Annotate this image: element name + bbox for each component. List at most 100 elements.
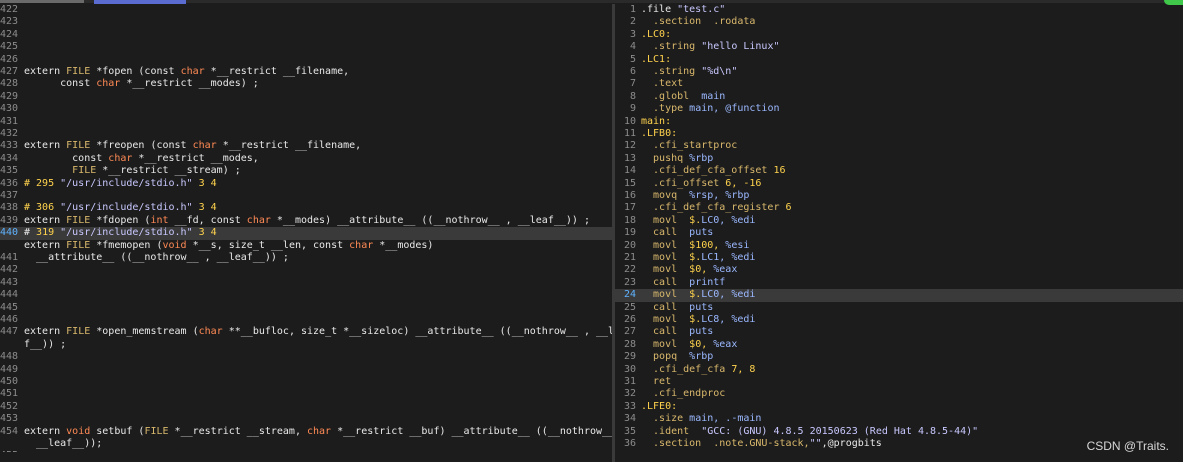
code-line[interactable]: 450 [0, 376, 612, 388]
line-number: 30 [623, 363, 636, 375]
line-number: 423 [0, 16, 19, 28]
line-number: 19 [623, 227, 636, 239]
code-line[interactable]: 23 call printf [615, 277, 1183, 289]
code-line[interactable]: 434 const char *__restrict __modes, [0, 153, 612, 165]
code-line[interactable]: 445 [0, 302, 612, 314]
code-line[interactable]: 30 .cfi_def_cfa 7, 8 [615, 364, 1183, 376]
line-number: 27 [623, 326, 636, 338]
code-line[interactable]: 20 movl $100, %esi [615, 240, 1183, 252]
code-line[interactable]: 4 .string "hello Linux" [615, 41, 1183, 53]
code-line[interactable]: 34 .size main, .-main [615, 413, 1183, 425]
code-line[interactable]: 2 .section .rodata [615, 16, 1183, 28]
code-line[interactable]: 6 .string "%d\n" [615, 66, 1183, 78]
code-line[interactable]: 441 __attribute__ ((__nothrow__ , __leaf… [0, 252, 612, 264]
code-line[interactable]: 433 extern FILE *freopen (const char *__r… [0, 140, 612, 152]
code-token: movl [641, 264, 690, 276]
line-number: 16 [623, 190, 636, 201]
code-line[interactable]: 18 movl $.LC0, %edi [615, 215, 1183, 227]
code-line[interactable]: f__)) ; [0, 339, 612, 351]
code-line[interactable]: __leaf__)); [0, 438, 612, 450]
code-line[interactable]: 8 .globl main [615, 91, 1183, 103]
code-line[interactable]: 430 [0, 103, 612, 115]
code-line[interactable]: 10 main: [615, 116, 1183, 128]
code-token: int [150, 214, 175, 226]
code-line[interactable]: 9 .type main, @function [615, 103, 1183, 115]
code-token: .type [641, 103, 690, 115]
code-line[interactable]: 426 [0, 54, 612, 66]
code-token: %rsp, %rbp [689, 190, 750, 201]
line-number: 2 [629, 16, 636, 28]
code-line[interactable]: 1 .file "test.c" [615, 4, 1183, 16]
code-token: movl [641, 252, 690, 263]
code-line[interactable]: 443 [0, 277, 612, 289]
code-token: const [24, 78, 97, 90]
code-line[interactable]: 432 [0, 128, 612, 140]
code-token: 7, 8 [731, 363, 756, 375]
code-line[interactable]: 452 [0, 401, 612, 413]
code-line[interactable]: 29 popq %rbp [615, 351, 1183, 363]
code-line[interactable]: 442 [0, 264, 612, 276]
code-line[interactable]: 3 .LC0: [615, 29, 1183, 41]
code-line[interactable]: 437 [0, 190, 612, 202]
code-line[interactable]: 440 # 319 "/usr/include/stdio.h" 3 4 [0, 227, 612, 240]
code-line[interactable]: 424 [0, 29, 612, 41]
code-token: LC0, %edi [701, 289, 756, 301]
code-token: puts [689, 301, 714, 313]
tab-inactive[interactable] [0, 0, 84, 3]
code-line[interactable]: 448 [0, 351, 612, 363]
code-line[interactable]: 427 extern FILE *fopen (const char *__res… [0, 66, 612, 78]
code-line[interactable]: 423 [0, 16, 612, 28]
code-line[interactable]: 444 [0, 289, 612, 301]
code-line[interactable]: 453 [0, 413, 612, 425]
code-line[interactable]: 435 FILE *__restrict __stream) ; [0, 165, 612, 177]
code-line[interactable]: 422 [0, 4, 612, 16]
code-line[interactable]: 32 .cfi_endproc [615, 388, 1183, 400]
code-line[interactable]: 13 pushq %rbp [615, 153, 1183, 165]
code-line[interactable]: 24 movl $.LC0, %edi [615, 289, 1183, 302]
right-editor-pane[interactable]: 1 .file "test.c" 2 .section .rodata 3 .LC0: 4… [615, 4, 1183, 452]
code-line[interactable]: 425 [0, 41, 612, 53]
code-line[interactable]: 449 [0, 364, 612, 376]
code-line[interactable]: 28 movl $0, %eax [615, 339, 1183, 351]
code-line[interactable]: 431 [0, 116, 612, 128]
code-line[interactable]: 15 .cfi_offset 6, -16 [615, 178, 1183, 190]
code-line[interactable]: 17 .cfi_def_cfa_register 6 [615, 202, 1183, 214]
code-line[interactable]: 33 .LFE0: [615, 401, 1183, 413]
line-number: 8 [629, 90, 636, 102]
code-line[interactable]: 25 call puts [615, 302, 1183, 314]
code-line[interactable]: 19 call puts [615, 227, 1183, 239]
code-token: setbuf ( [96, 425, 145, 437]
code-line[interactable]: 26 movl $.LC8, %edi [615, 314, 1183, 326]
code-line[interactable]: 428 const char *__restrict __modes) ; [0, 78, 612, 90]
line-number: 446 [0, 314, 19, 325]
code-line[interactable]: 16 movq %rsp, %rbp [615, 190, 1183, 202]
line-number: 12 [623, 140, 636, 152]
code-line[interactable]: 22 movl $0, %eax [615, 264, 1183, 276]
code-line[interactable]: 436 # 295 "/usr/include/stdio.h" 3 4 [0, 178, 612, 190]
code-line[interactable]: 14 .cfi_def_cfa_offset 16 [615, 165, 1183, 177]
code-line[interactable]: extern FILE *fmemopen (void *__s, size_t… [0, 240, 612, 252]
code-line[interactable]: 21 movl $.LC1, %edi [615, 252, 1183, 264]
line-number: 29 [623, 351, 636, 363]
code-line[interactable]: 31 ret [615, 376, 1183, 388]
code-line[interactable]: 451 [0, 388, 612, 400]
code-line[interactable]: 12 .cfi_startproc [615, 140, 1183, 152]
code-line[interactable]: 438 # 306 "/usr/include/stdio.h" 3 4 [0, 202, 612, 214]
code-token: FILE [66, 66, 97, 77]
code-line[interactable]: 35 .ident "GCC: (GNU) 4.8.5 20150623 (Re… [615, 426, 1183, 438]
code-line[interactable]: 429 [0, 91, 612, 103]
left-editor-pane[interactable]: 422 423 424 425 426 427 extern FILE *fopen (co… [0, 4, 612, 452]
code-line[interactable]: 11 .LFB0: [615, 128, 1183, 140]
code-line[interactable]: 27 call puts [615, 326, 1183, 338]
line-number: 31 [623, 376, 636, 387]
code-line[interactable]: 447 extern FILE *open_memstream (char **_… [0, 326, 612, 338]
code-line[interactable]: 439 extern FILE *fdopen (int __fd, const … [0, 215, 612, 227]
code-line[interactable]: 7 .text [615, 78, 1183, 90]
code-token: .cfi_def_cfa [641, 363, 732, 375]
code-line[interactable]: 454 extern void setbuf (FILE *__restrict … [0, 426, 612, 438]
line-number: 439 [0, 214, 19, 226]
code-line[interactable]: 446 [0, 314, 612, 326]
code-line[interactable]: 5 .LC1: [615, 54, 1183, 66]
code-line[interactable]: 455 [0, 450, 612, 452]
code-token: .section .note.GNU-stack, [641, 438, 810, 449]
